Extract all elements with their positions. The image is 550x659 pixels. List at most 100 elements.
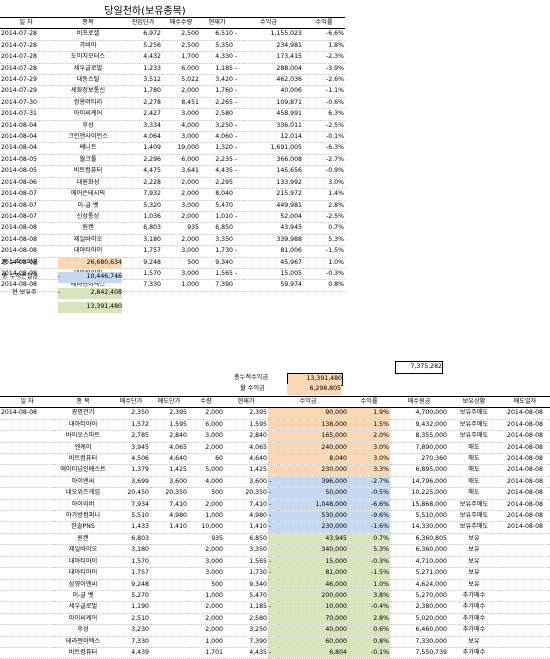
amount-cell: 4,624,000 xyxy=(390,579,448,591)
table-row: 2014-08-05 비트컴퓨터 4,475 3,641 4,435-145,656 -0… xyxy=(0,165,345,178)
amount-cell: 5,270,000 xyxy=(390,590,448,603)
sign-cell xyxy=(234,188,244,201)
status-cell: 추가매수 xyxy=(448,601,500,614)
profit-cell: 366,008 xyxy=(244,154,303,167)
rate-cell: -6.6% xyxy=(303,28,345,41)
stock-name-cell: 후성 xyxy=(52,120,124,133)
sign-cell xyxy=(268,464,278,477)
buy-price-cell: 5,510 xyxy=(112,510,150,523)
date-cell xyxy=(0,613,54,626)
profit-cell: 46,000 xyxy=(278,579,348,591)
sign-cell xyxy=(234,222,244,235)
quantity-cell: 3,000 xyxy=(188,556,224,569)
sell-price-cell xyxy=(150,613,188,626)
stock-name-cell: 세우글로벌 xyxy=(54,601,112,614)
entry-price-cell: 4,475 xyxy=(124,165,162,178)
sign-cell: - xyxy=(234,211,244,224)
rate-cell: 1.5% xyxy=(348,419,390,432)
current-price-cell: 9,340 xyxy=(224,579,268,591)
amount-cell: 14,796,000 xyxy=(390,476,448,489)
table-row: 2014-07-28 세우글로벌 1,233 6,000 1,185-288,004 -3… xyxy=(0,63,345,76)
quantity-cell: 3,000 xyxy=(188,430,224,443)
table-row: 엔케이 3,945 4,065 2,000 4,065 240,000 3.0% 7,890,… xyxy=(0,442,550,455)
stock-name-cell: 삼영이엔씨 xyxy=(54,579,112,591)
amount-cell: 7,890,000 xyxy=(390,442,448,455)
quantity-cell: 3,000 xyxy=(162,245,200,258)
buy-price-cell: 4,439 xyxy=(112,647,150,659)
table-row: 2014-08-08 테라젠이텍스 7,330 1,000 7,390 59,974 0.8… xyxy=(0,279,345,292)
current-price-cell: 4,640 xyxy=(224,453,268,466)
sign-cell: - xyxy=(268,567,278,580)
status-cell: 보유주매도 xyxy=(448,499,500,512)
quantity-cell: 2,000 xyxy=(188,499,224,512)
current-price-cell: 1,185 xyxy=(224,601,268,614)
col-date: 일 자 xyxy=(0,395,54,409)
sign-cell xyxy=(234,177,244,190)
table-row: 비트컴퓨터 4,439 1,701 4,435-6,804 -0.1% 7,550,739… xyxy=(0,647,550,659)
quantity-cell: 2,500 xyxy=(162,40,200,53)
quantity-cell: 2,000 xyxy=(162,188,200,201)
profit-cell: 15,005 xyxy=(244,268,303,281)
stock-name-cell: 이-글 벳 xyxy=(54,590,112,603)
rate-cell: -0.4% xyxy=(348,601,390,614)
loss-dash: - xyxy=(58,273,61,280)
status-cell: 추가매수 xyxy=(448,590,500,603)
date-cell xyxy=(0,499,54,512)
rate-cell: 5.3% xyxy=(348,544,390,557)
current-price-cell: 6,510 xyxy=(200,28,234,41)
rate-cell: -1.1% xyxy=(303,85,345,98)
sign-cell: - xyxy=(234,28,244,41)
sell-price-cell xyxy=(150,567,188,580)
sign-cell: - xyxy=(234,131,244,144)
quantity-cell: 2,000 xyxy=(162,234,200,247)
rate-cell: -2.5% xyxy=(303,120,345,133)
amount-cell: 6,360,000 xyxy=(390,544,448,557)
profit-cell: 81,000 xyxy=(278,567,348,580)
col-buy: 매수단가 xyxy=(112,395,150,409)
profit-cell: 138,000 xyxy=(278,419,348,432)
date-cell: 2014-08-08 xyxy=(0,407,54,420)
current-price-cell: 3,350 xyxy=(200,234,234,247)
profit-cell: 109,871 xyxy=(244,97,303,110)
profit-cell: 52,004 xyxy=(244,211,303,224)
sell-price-cell xyxy=(150,601,188,614)
quantity-cell: 3,000 xyxy=(162,131,200,144)
table-row: 아이씨케어 2,510 2,000 2,580 70,000 2.8% 5,020,000 추… xyxy=(0,613,550,626)
current-holdings-table: 일 자 종목 진입단가 매수수량 현재가 수익금 수익률 2014-07-28 비… xyxy=(0,16,345,292)
current-price-cell: 5,470 xyxy=(224,590,268,603)
sell-price-cell: 3,600 xyxy=(150,476,188,489)
profit-cell: 336,011 xyxy=(244,120,303,133)
rate-cell: -1.6% xyxy=(348,521,390,534)
buy-price-cell: 1,570 xyxy=(112,556,150,569)
current-price-cell: 1,730 xyxy=(200,245,234,258)
stock-name-cell: 제일바이오 xyxy=(54,544,112,557)
rate-cell: -3.9% xyxy=(303,63,345,76)
rate-cell: 1.0% xyxy=(348,579,390,591)
sell-date-cell xyxy=(500,624,550,637)
sign-cell: - xyxy=(268,556,278,569)
profit-cell: 530,000 xyxy=(278,510,348,523)
date-cell: 2014-07-28 xyxy=(0,40,52,53)
sign-cell: - xyxy=(234,63,244,76)
current-price-cell: 2,295 xyxy=(200,177,234,190)
col-rate: 수익률 xyxy=(303,16,345,30)
sign-cell: - xyxy=(234,245,244,258)
quantity-cell: 2,000 xyxy=(188,601,224,614)
status-cell: 보유주매도 xyxy=(448,430,500,443)
profit-cell: 234,981 xyxy=(244,40,303,53)
current-price-cell: 1,565 xyxy=(200,268,234,281)
quantity-cell: 5,000 xyxy=(188,464,224,477)
entry-price-cell: 2,296 xyxy=(124,154,162,167)
date-cell xyxy=(0,510,54,523)
profit-cell: 1,155,023 xyxy=(244,28,303,41)
status-cell: 추가매수 xyxy=(448,613,500,626)
col-price: 현재가 xyxy=(200,16,234,30)
hold-cell: - 2,842,408 xyxy=(58,288,122,299)
date-cell xyxy=(0,601,54,614)
rate-cell: -0.6% xyxy=(303,97,345,110)
stock-name-cell: 가비아 xyxy=(52,40,124,53)
sell-date-cell xyxy=(500,601,550,614)
sign-cell: - xyxy=(234,154,244,167)
sign-cell xyxy=(268,419,278,432)
stock-name-cell: 대아티아이 xyxy=(54,556,112,569)
